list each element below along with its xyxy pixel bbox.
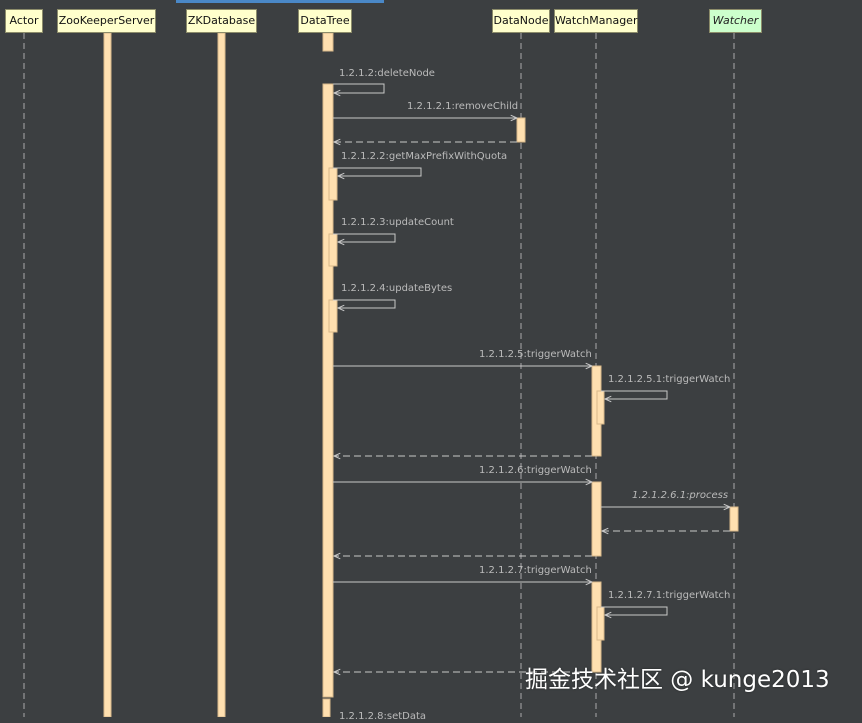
- participant-datanode[interactable]: DataNode: [492, 9, 550, 33]
- message-label: 1.2.1.2.8:setData: [339, 711, 427, 722]
- activation-zookeeperserver: [103, 32, 112, 717]
- message-label: 1.2.1.2.5.1:triggerWatch: [608, 374, 731, 385]
- message-label: 1.2.1.2.6.1:process: [632, 490, 729, 501]
- message-label: 1.2.1.2.5:triggerWatch: [479, 349, 592, 360]
- participant-watcher[interactable]: Watcher: [709, 9, 762, 33]
- participant-watchmanager[interactable]: WatchManager: [554, 9, 638, 33]
- activation-watcher: [729, 506, 739, 532]
- message-label: 1.2.1.2.3:updateCount: [341, 217, 454, 228]
- arrow-triggerwatch-7-1: [601, 606, 668, 615]
- message-label: 1.2.1.2:deleteNode: [339, 68, 435, 79]
- arrow-updatecount: [333, 233, 396, 242]
- arrow-triggerwatch-5-1: [601, 390, 668, 399]
- message-label: 1.2.1.2.4:updateBytes: [341, 283, 453, 294]
- activation-watchmanager-3-nested: [596, 606, 605, 641]
- arrow-updatebytes: [333, 299, 396, 308]
- participant-zookeeperserver[interactable]: ZooKeeperServer: [57, 9, 156, 33]
- activation-datatree-nested-2: [328, 233, 338, 267]
- message-label: 1.2.1.2.1:removeChild: [407, 101, 519, 112]
- activation-datatree-nested-1: [328, 167, 338, 201]
- participant-datatree[interactable]: DataTree: [298, 9, 352, 33]
- message-label: 1.2.1.2.7:triggerWatch: [479, 565, 592, 576]
- activation-datatree-tail: [322, 698, 331, 717]
- activation-datatree-nested-3: [328, 299, 338, 333]
- message-label: 1.2.1.2.6:triggerWatch: [479, 465, 592, 476]
- participant-actor[interactable]: Actor: [5, 9, 43, 33]
- message-label: 1.2.1.2.2:getMaxPrefixWithQuota: [341, 151, 508, 162]
- activation-zkdatabase: [217, 32, 226, 717]
- activation-datanode: [516, 117, 526, 143]
- watermark: 掘金技术社区 @ kunge2013: [525, 667, 830, 693]
- arrow-getmaxprefixwithquota: [333, 167, 422, 176]
- activation-watchmanager-2: [591, 481, 602, 557]
- activation-datatree-top: [322, 32, 334, 52]
- participant-zkdatabase[interactable]: ZKDatabase: [186, 9, 257, 33]
- arrow-deletenode: [333, 83, 385, 93]
- activation-watchmanager-1-nested: [596, 390, 605, 425]
- message-label: 1.2.1.2.7.1:triggerWatch: [608, 590, 731, 601]
